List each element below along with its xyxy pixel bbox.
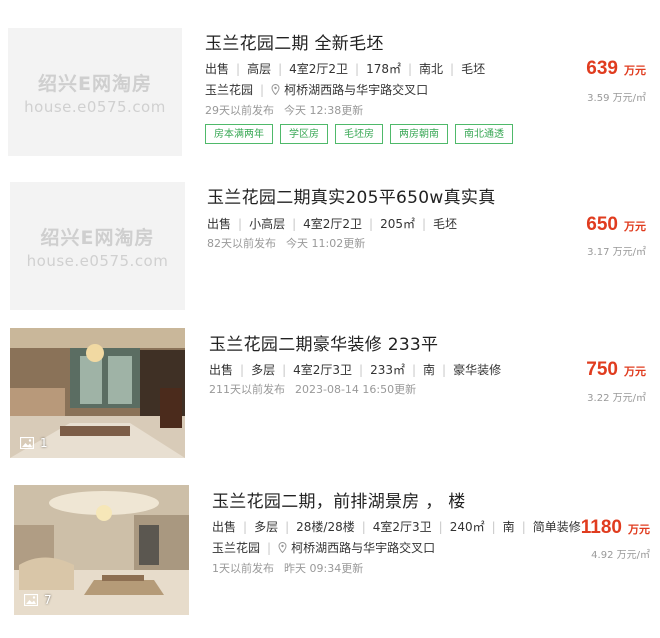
listing-time: 1天以前发布 昨天 09:34更新 [212, 560, 363, 576]
updated-time: 今天 11:02更新 [286, 237, 366, 250]
photo-count: 7 [24, 593, 52, 607]
tag-list: 房本满两年 学区房 毛坯房 两房朝南 南北通透 [205, 124, 513, 144]
price-unit: 万元 [624, 220, 646, 233]
info-layout: 4室2厅2卫 [303, 217, 363, 231]
tag: 房本满两年 [205, 124, 273, 144]
price-unit: 万元 [628, 523, 650, 536]
info-orientation: 南 [502, 520, 515, 534]
watermark-url: house.e0575.com [26, 251, 169, 270]
listing-card[interactable]: 绍兴E网淘房 house.e0575.com 玉兰花园二期真实205平650w真… [0, 165, 660, 315]
info-type: 出售 [212, 520, 237, 534]
listing-title[interactable]: 玉兰花园二期，前排湖景房 ， 楼 [212, 487, 466, 512]
photo-count: 1 [20, 436, 48, 450]
price: 1180 万元 [581, 517, 650, 539]
listing-card[interactable]: 绍兴E网淘房 house.e0575.com 玉兰花园二期 全新毛坯 出售 | 高… [0, 0, 660, 165]
info-floor: 小高层 [249, 217, 286, 231]
listing-info: 出售 | 小高层 | 4室2厅2卫 | 205㎡ | 毛坯 [207, 216, 458, 232]
unit-price: 3.59 万元/㎡ [587, 93, 646, 104]
info-floor: 高层 [247, 62, 272, 76]
image-icon [24, 594, 38, 606]
unit-price: 3.22 万元/㎡ [587, 393, 646, 404]
info-area: 240㎡ [449, 520, 485, 534]
info-area: 178㎡ [366, 62, 401, 76]
info-floor: 多层 [251, 363, 276, 377]
price: 650 万元 [586, 214, 646, 236]
listing-thumbnail[interactable]: 绍兴E网淘房 house.e0575.com [8, 28, 182, 156]
listing-card[interactable]: 1 玉兰花园二期豪华装修 233平 出售 | 多层 | 4室2厅3卫 | 233㎡ | … [0, 315, 660, 475]
price: 639 万元 [586, 58, 646, 80]
price-value: 639 [586, 58, 618, 79]
info-decoration: 简单装修 [532, 520, 581, 534]
watermark-logo: 绍兴E网淘房 [38, 72, 152, 95]
community-name[interactable]: 玉兰花园 [212, 539, 260, 556]
listing-address: 玉兰花园 | 柯桥湖西路与华宇路交叉口 [212, 539, 436, 556]
watermark-url: house.e0575.com [24, 97, 166, 116]
info-decoration: 毛坯 [433, 217, 458, 231]
listing-thumbnail[interactable]: 7 [14, 485, 189, 615]
posted-time: 211天以前发布 [209, 383, 285, 396]
info-decoration: 豪华装修 [453, 363, 502, 377]
watermark-logo: 绍兴E网淘房 [40, 226, 155, 249]
info-area: 233㎡ [370, 363, 405, 377]
info-area: 205㎡ [380, 217, 415, 231]
listing-thumbnail[interactable]: 1 [10, 328, 185, 458]
listing-title[interactable]: 玉兰花园二期豪华装修 233平 [209, 330, 438, 355]
price-value: 1180 [580, 517, 622, 538]
community-name[interactable]: 玉兰花园 [205, 81, 253, 98]
listing-title[interactable]: 玉兰花园二期 全新毛坯 [205, 29, 384, 54]
info-storey: 28楼/28楼 [296, 520, 355, 534]
posted-time: 1天以前发布 [212, 562, 274, 575]
tag: 两房朝南 [390, 124, 448, 144]
location-pin-icon [271, 84, 280, 95]
location-pin-icon [278, 542, 287, 553]
listing-time: 82天以前发布 今天 11:02更新 [207, 235, 365, 251]
info-floor: 多层 [254, 520, 279, 534]
street-address: 柯桥湖西路与华宇路交叉口 [284, 83, 429, 97]
price-value: 750 [586, 359, 618, 380]
info-orientation: 南 [423, 363, 436, 377]
listing-title[interactable]: 玉兰花园二期真实205平650w真实真 [207, 183, 496, 208]
price: 750 万元 [586, 359, 646, 381]
info-layout: 4室2厅3卫 [293, 363, 353, 377]
photo-count-value: 7 [44, 593, 52, 607]
listing-time: 29天以前发布 今天 12:38更新 [205, 102, 363, 118]
photo-count-value: 1 [40, 436, 48, 450]
unit-price: 3.17 万元/㎡ [587, 247, 646, 258]
tag: 学区房 [280, 124, 328, 144]
info-orientation: 南北 [419, 62, 444, 76]
updated-time: 今天 12:38更新 [284, 104, 364, 117]
posted-time: 29天以前发布 [205, 104, 274, 117]
info-decoration: 毛坯 [461, 62, 486, 76]
posted-time: 82天以前发布 [207, 237, 276, 250]
listing-card[interactable]: 7 玉兰花园二期，前排湖景房 ， 楼 出售 | 多层 | 28楼/28楼 | 4室2厅… [0, 475, 660, 638]
updated-time: 2023-08-14 16:50更新 [295, 383, 417, 396]
price-unit: 万元 [624, 365, 646, 378]
info-type: 出售 [209, 363, 234, 377]
unit-price: 4.92 万元/㎡ [591, 550, 650, 561]
listing-address: 玉兰花园 | 柯桥湖西路与华宇路交叉口 [205, 81, 429, 98]
listing-info: 出售 | 多层 | 28楼/28楼 | 4室2厅3卫 | 240㎡ | 南 | 简单装修 [212, 519, 581, 535]
listing-info: 出售 | 多层 | 4室2厅3卫 | 233㎡ | 南 | 豪华装修 [209, 362, 502, 378]
info-layout: 4室2厅3卫 [372, 520, 432, 534]
info-type: 出售 [205, 62, 230, 76]
updated-time: 昨天 09:34更新 [284, 562, 364, 575]
street-address: 柯桥湖西路与华宇路交叉口 [291, 541, 436, 555]
price-unit: 万元 [624, 64, 646, 77]
info-type: 出售 [207, 217, 232, 231]
listing-info: 出售 | 高层 | 4室2厅2卫 | 178㎡ | 南北 | 毛坯 [205, 61, 486, 77]
image-icon [20, 437, 34, 449]
tag: 南北通透 [455, 124, 513, 144]
listing-time: 211天以前发布 2023-08-14 16:50更新 [209, 381, 416, 397]
info-layout: 4室2厅2卫 [289, 62, 349, 76]
tag: 毛坯房 [335, 124, 383, 144]
listing-thumbnail[interactable]: 绍兴E网淘房 house.e0575.com [10, 182, 185, 310]
price-value: 650 [586, 214, 618, 235]
